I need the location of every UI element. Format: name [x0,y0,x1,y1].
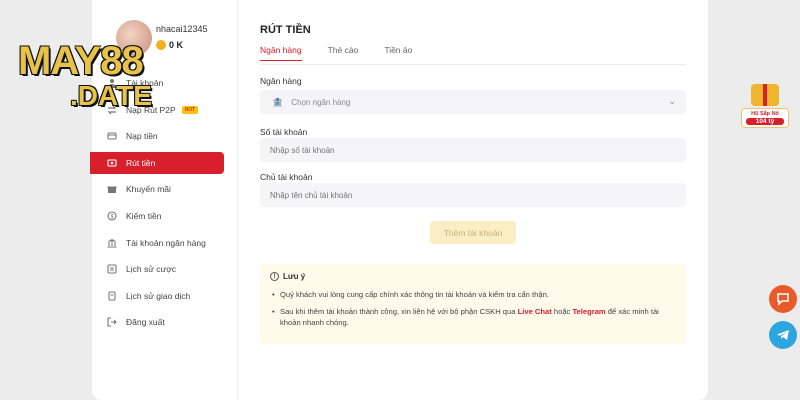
telegram-icon [777,330,789,340]
coin-icon [156,40,166,50]
deposit-icon [106,130,118,142]
exchange-icon [106,104,118,116]
sidebar-item-label: Lịch sử giao dịch [126,290,191,301]
account-holder-label: Chủ tài khoản [260,172,313,182]
notice-text: hoặc [551,307,573,316]
tabs-divider [260,64,686,65]
account-holder-box [260,183,686,207]
tab-crypto[interactable]: Tiền ảo [384,45,412,61]
sidebar-item-label: Tài khoản [126,78,164,88]
user-info: nhacai12345 0 K [116,16,236,66]
account-panel: nhacai12345 0 K Tài khoản Nạp Rút P2P HO… [90,0,708,400]
notice-list: Quý khách vui lòng cung cấp chính xác th… [270,289,676,328]
bank-select[interactable]: 🏦 Chọn ngân hàng ⌄ [260,90,686,114]
bank-icon: 🏦 [272,96,284,107]
tab-scratch-card[interactable]: Thẻ cào [328,45,359,61]
sidebar-item-logout[interactable]: Đăng xuất [92,311,238,333]
username: nhacai12345 [156,24,208,34]
money-icon: $ [106,210,118,222]
sidebar-item-label: Đăng xuất [126,317,165,328]
sidebar-item-label: Kiếm tiền [126,210,162,221]
withdraw-main: RÚT TIỀN Ngân hàng Thẻ cào Tiền ảo Ngân … [260,0,686,400]
sidebar-item-transaction-history[interactable]: Lịch sử giao dịch [92,285,238,307]
transaction-icon [106,290,118,302]
gift-icon [106,183,118,195]
sidebar-item-label: Khuyến mãi [126,184,171,195]
sidebar-item-p2p[interactable]: Nạp Rút P2P HOT [92,99,238,121]
notice-box: ! Lưu ý Quý khách vui lòng cung cấp chín… [260,264,686,344]
add-account-button[interactable]: Thêm tài khoản [430,221,516,244]
jackpot-label: Hũ Sắp Nổ [751,111,779,117]
balance-value: 0 K [169,40,184,50]
withdraw-tabs: Ngân hàng Thẻ cào Tiền ảo [260,45,412,61]
notice-text: Sau khi thêm tài khoản thành công, xin l… [280,307,518,316]
notice-item: Sau khi thêm tài khoản thành công, xin l… [272,306,676,328]
chat-icon [777,293,789,306]
jackpot-widget[interactable]: Hũ Sắp Nổ 104 tỷ [740,84,790,136]
sidebar-item-label: Nạp Rút P2P [126,104,176,115]
bank-select-value: Chọn ngân hàng [291,97,351,107]
sidebar-item-account[interactable]: Tài khoản [92,72,238,94]
sidebar-item-deposit[interactable]: Nạp tiền [92,125,238,147]
notice-title-text: Lưu ý [283,272,306,281]
jackpot-amount: 104 tỷ [746,118,784,125]
account-number-input[interactable] [270,145,686,155]
history-icon [106,263,118,275]
sidebar-item-promotions[interactable]: Khuyến mãi [92,178,238,200]
info-icon: ! [270,272,279,281]
live-chat-button[interactable] [769,285,797,313]
telegram-button[interactable] [769,321,797,349]
sidebar-item-bank-accounts[interactable]: Tài khoản ngân hàng [92,232,238,254]
notice-title: ! Lưu ý [270,272,676,281]
sidebar-item-label: Nạp tiền [126,131,158,142]
bank-icon [106,237,118,249]
sidebar-item-label: Rút tiền [126,157,156,168]
user-icon [106,77,118,89]
sidebar-item-label: Tài khoản ngân hàng [126,237,206,248]
notice-item: Quý khách vui lòng cung cấp chính xác th… [272,289,676,300]
chevron-down-icon: ⌄ [668,96,676,106]
live-chat-link[interactable]: Live Chat [518,307,552,316]
logout-icon [106,316,118,328]
hot-badge: HOT [181,105,199,114]
account-number-box [260,138,686,162]
account-number-label: Số tài khoản [260,127,308,137]
withdraw-icon [106,157,118,169]
sidebar-menu: Tài khoản Nạp Rút P2P HOT Nạp tiền Rút t… [90,72,238,338]
telegram-link[interactable]: Telegram [572,307,605,316]
jackpot-card: Hũ Sắp Nổ 104 tỷ [741,108,789,128]
page-title: RÚT TIỀN [260,24,311,36]
gift-icon [751,84,779,106]
bank-label: Ngân hàng [260,76,302,86]
sidebar: nhacai12345 0 K Tài khoản Nạp Rút P2P HO… [90,0,238,400]
sidebar-item-earn[interactable]: $ Kiếm tiền [92,205,238,227]
sidebar-item-bet-history[interactable]: Lịch sử cược [92,258,238,280]
account-holder-input[interactable] [270,190,686,200]
sidebar-item-withdraw[interactable]: Rút tiền [90,151,224,174]
avatar[interactable] [116,20,152,56]
balance: 0 K [156,40,183,50]
tab-bank[interactable]: Ngân hàng [260,45,302,61]
sidebar-item-label: Lịch sử cược [126,264,177,275]
